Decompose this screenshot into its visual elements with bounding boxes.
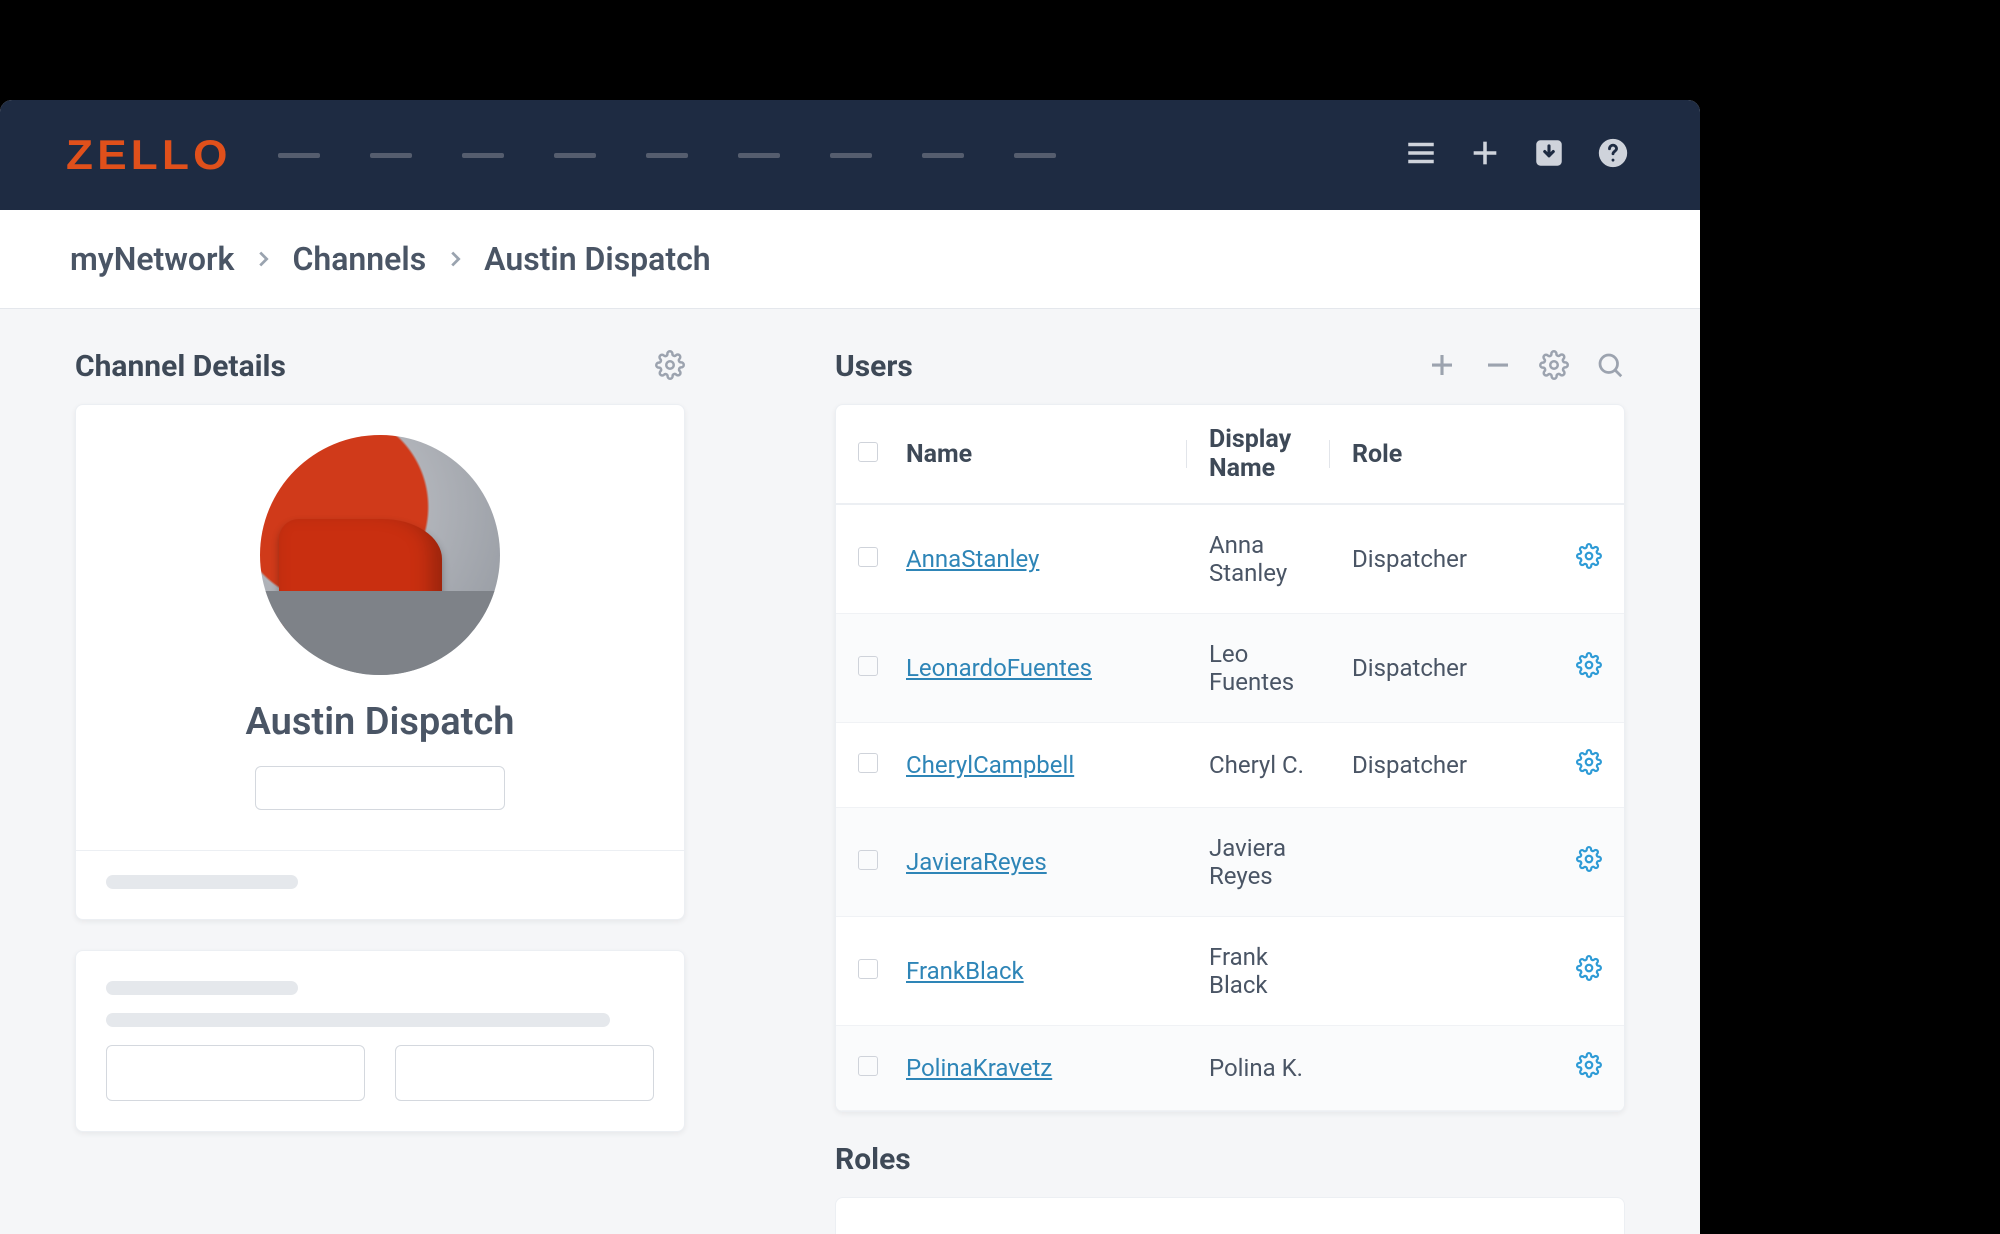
chevron-right-icon	[444, 240, 466, 278]
search-icon[interactable]	[1595, 350, 1625, 384]
row-gear-icon[interactable]	[1576, 959, 1602, 987]
gear-icon[interactable]	[655, 350, 685, 384]
channel-extra-card	[75, 950, 685, 1132]
table-row: LeonardoFuentes Leo Fuentes Dispatcher	[836, 614, 1624, 723]
breadcrumb-network[interactable]: myNetwork	[70, 240, 234, 278]
user-display-name: Frank Black	[1209, 943, 1329, 999]
breadcrumb-current: Austin Dispatch	[484, 240, 710, 278]
nav-placeholder	[1014, 153, 1056, 158]
roles-card	[835, 1197, 1625, 1234]
nav-placeholder	[738, 153, 780, 158]
roles-section: Roles	[835, 1142, 1625, 1234]
row-checkbox[interactable]	[858, 959, 878, 979]
nav-placeholder	[830, 153, 872, 158]
user-link[interactable]: LeonardoFuentes	[906, 654, 1092, 682]
nav-placeholder	[462, 153, 504, 158]
help-icon[interactable]	[1596, 136, 1630, 174]
table-row: AnnaStanley Anna Stanley Dispatcher	[836, 505, 1624, 614]
user-role: Dispatcher	[1352, 654, 1552, 682]
user-link[interactable]: PolinaKravetz	[906, 1054, 1052, 1082]
header-actions	[1404, 136, 1630, 174]
user-link[interactable]: CherylCampbell	[906, 751, 1074, 779]
table-row: CherylCampbell Cheryl C. Dispatcher	[836, 723, 1624, 808]
row-checkbox[interactable]	[858, 1056, 878, 1076]
channel-details-header: Channel Details	[75, 349, 685, 384]
row-gear-icon[interactable]	[1576, 656, 1602, 684]
logo: ZELLO	[66, 131, 232, 179]
user-display-name: Polina K.	[1209, 1054, 1329, 1082]
table-row: PolinaKravetz Polina K.	[836, 1026, 1624, 1111]
user-display-name: Cheryl C.	[1209, 751, 1329, 779]
row-checkbox[interactable]	[858, 850, 878, 870]
user-display-name: Javiera Reyes	[1209, 834, 1329, 890]
channel-avatar[interactable]	[260, 435, 500, 675]
gear-icon[interactable]	[1539, 350, 1569, 384]
col-display-header[interactable]: Display Name	[1209, 425, 1329, 483]
channel-card: Austin Dispatch	[75, 404, 685, 920]
table-row: FrankBlack Frank Black	[836, 917, 1624, 1026]
select-all-checkbox[interactable]	[858, 442, 878, 462]
row-gear-icon[interactable]	[1576, 850, 1602, 878]
user-display-name: Anna Stanley	[1209, 531, 1329, 587]
user-display-name: Leo Fuentes	[1209, 640, 1329, 696]
content: Channel Details Austin Dispatch	[0, 309, 1700, 1234]
menu-icon[interactable]	[1404, 136, 1438, 174]
col-role-header[interactable]: Role	[1352, 440, 1552, 469]
roles-header: Roles	[835, 1142, 1625, 1177]
top-header: ZELLO	[0, 100, 1700, 210]
users-title: Users	[835, 349, 913, 384]
user-role: Dispatcher	[1352, 545, 1552, 573]
breadcrumb: myNetwork Channels Austin Dispatch	[0, 210, 1700, 309]
nav-placeholder	[922, 153, 964, 158]
users-section: Users Name Display Name	[835, 349, 1625, 1112]
table-header: Name Display Name Role	[836, 405, 1624, 505]
nav-placeholder	[646, 153, 688, 158]
minus-icon[interactable]	[1483, 350, 1513, 384]
nav-placeholder	[554, 153, 596, 158]
row-checkbox[interactable]	[858, 753, 878, 773]
user-link[interactable]: JavieraReyes	[906, 848, 1047, 876]
users-header: Users	[835, 349, 1625, 384]
row-checkbox[interactable]	[858, 547, 878, 567]
breadcrumb-channels[interactable]: Channels	[292, 240, 426, 278]
plus-icon[interactable]	[1427, 350, 1457, 384]
app-window: ZELLO myNetwork Channels Austin Dispatch…	[0, 100, 1700, 1234]
table-row: JavieraReyes Javiera Reyes	[836, 808, 1624, 917]
users-table: Name Display Name Role AnnaStanley Anna S…	[835, 404, 1625, 1112]
col-name-header[interactable]: Name	[906, 440, 1186, 469]
placeholder-input[interactable]	[395, 1045, 654, 1101]
placeholder-input[interactable]	[106, 1045, 365, 1101]
chevron-right-icon	[252, 240, 274, 278]
row-gear-icon[interactable]	[1576, 1056, 1602, 1084]
channel-details-title: Channel Details	[75, 349, 286, 384]
user-link[interactable]: FrankBlack	[906, 957, 1024, 985]
row-checkbox[interactable]	[858, 656, 878, 676]
user-link[interactable]: AnnaStanley	[906, 545, 1039, 573]
nav-placeholder	[278, 153, 320, 158]
row-gear-icon[interactable]	[1576, 547, 1602, 575]
nav-placeholder	[370, 153, 412, 158]
right-column: Users Name Display Name	[835, 349, 1625, 1194]
row-gear-icon[interactable]	[1576, 753, 1602, 781]
channel-name: Austin Dispatch	[106, 700, 654, 744]
plus-icon[interactable]	[1468, 136, 1502, 174]
roles-title: Roles	[835, 1142, 911, 1177]
left-column: Channel Details Austin Dispatch	[75, 349, 685, 1194]
channel-status-select[interactable]	[255, 766, 505, 810]
download-icon[interactable]	[1532, 136, 1566, 174]
user-role: Dispatcher	[1352, 751, 1552, 779]
